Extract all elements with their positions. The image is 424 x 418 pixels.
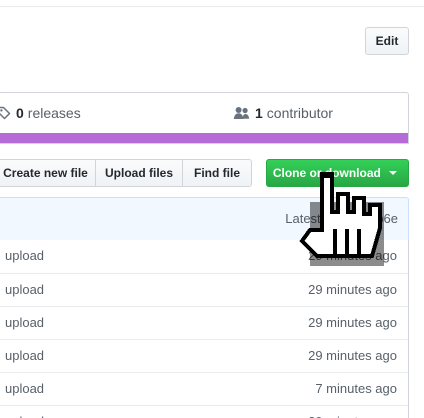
clone-or-download-label: Clone or download: [272, 166, 381, 180]
latest-commit-text: Latest commit cb6e: [285, 211, 398, 226]
commit-age: 29 minutes ago: [308, 406, 397, 418]
edit-button[interactable]: Edit: [365, 27, 409, 55]
commit-sha[interactable]: cb6e: [370, 211, 398, 226]
commit-message[interactable]: upload: [5, 307, 44, 339]
table-row: upload 29 minutes ago: [0, 273, 408, 306]
commit-age: 29 minutes ago: [308, 348, 397, 363]
commit-age: 29 minutes ago: [308, 282, 397, 297]
repository-page: Edit 0 releases 1 contributor Create new…: [0, 0, 424, 418]
people-icon: [233, 106, 250, 120]
table-row: upload 29 minutes ago: [0, 240, 408, 273]
contributors-count: 1: [255, 105, 263, 121]
commit-message[interactable]: upload: [5, 406, 44, 418]
table-row: upload 7 minutes ago: [0, 372, 408, 405]
releases-label: releases: [27, 105, 81, 121]
top-divider: [0, 6, 424, 7]
table-row: upload 29 minutes ago: [0, 405, 408, 418]
releases-link[interactable]: 0 releases: [0, 105, 81, 121]
clone-or-download-button[interactable]: Clone or download: [266, 159, 409, 187]
commit-message[interactable]: upload: [5, 340, 44, 372]
contributors-label: contributor: [266, 105, 333, 121]
latest-commit-label: Latest commit: [285, 211, 367, 226]
find-file-button[interactable]: Find file: [182, 159, 252, 187]
releases-count: 0: [16, 105, 24, 121]
repository-summary: 0 releases 1 contributor: [0, 92, 409, 144]
commit-message[interactable]: upload: [5, 240, 44, 272]
contributors-link[interactable]: 1 contributor: [233, 105, 333, 121]
upload-files-button[interactable]: Upload files: [95, 159, 183, 187]
latest-commit-bar: Latest commit cb6e: [0, 197, 409, 240]
file-table: upload 29 minutes ago upload 29 minutes …: [0, 240, 409, 418]
table-row: upload 29 minutes ago: [0, 339, 408, 372]
chevron-down-icon: [389, 171, 398, 175]
file-actions: Create new file Upload files Find file: [0, 159, 265, 187]
commit-age: 29 minutes ago: [308, 315, 397, 330]
table-row: upload 29 minutes ago: [0, 306, 408, 339]
commit-age: 7 minutes ago: [315, 381, 397, 396]
create-new-file-button[interactable]: Create new file: [0, 159, 96, 187]
commit-message[interactable]: upload: [5, 274, 44, 306]
language-bar: [0, 133, 408, 143]
commit-message[interactable]: upload: [5, 373, 44, 405]
commit-age: 29 minutes ago: [308, 248, 397, 263]
tag-icon: [0, 106, 11, 120]
